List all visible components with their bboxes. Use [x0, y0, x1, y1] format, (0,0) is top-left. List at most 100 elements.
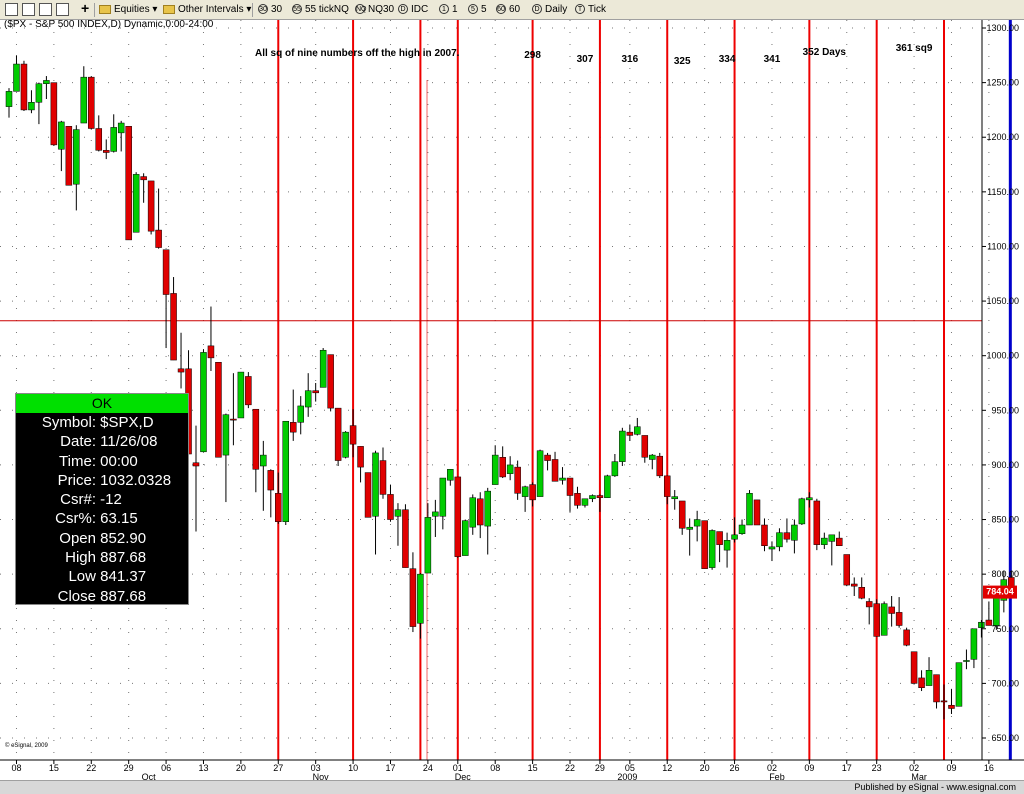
candle-body [843, 554, 851, 586]
info-row-csr-percent: Csr%: 63.15 [55, 510, 138, 528]
interval-button-60[interactable]: 60 60 [496, 3, 520, 17]
interval-button-nq30[interactable]: NQ NQ30 [355, 3, 394, 17]
candle-body [761, 524, 768, 547]
candle-body [716, 531, 723, 545]
interval-button-30[interactable]: 30 30 [258, 3, 282, 17]
info-row-open: Open 852.90 [59, 529, 147, 547]
candle-body [940, 700, 948, 703]
day-count-label: 316 [621, 54, 638, 65]
info-row-price: Price: 1032.0328 [57, 471, 172, 489]
day-count-label: 307 [577, 54, 594, 65]
candle-body [626, 431, 634, 436]
quote-window-icon[interactable] [22, 3, 35, 16]
other-intervals-menu[interactable]: Other Intervals ▾ [163, 3, 251, 17]
candle-body [379, 460, 387, 495]
link-window-icon[interactable] [56, 3, 69, 16]
x-tick-label: 06 [161, 763, 171, 773]
watermark: © eSignal, 2009 [5, 742, 48, 749]
candle-body [409, 568, 417, 627]
candle-body [132, 174, 140, 233]
y-tick-label: 800.00 [991, 569, 1019, 579]
y-tick-label: 1200.00 [986, 132, 1019, 142]
x-tick-label: 20 [700, 763, 710, 773]
candle-body [641, 435, 649, 458]
candle-body [798, 498, 806, 525]
x-tick-label: 08 [11, 763, 21, 773]
candle-body [200, 352, 207, 453]
candle-body [776, 532, 783, 548]
candle-body [649, 454, 656, 460]
add-icon[interactable]: + [81, 1, 89, 15]
candle-body [432, 511, 439, 517]
interval-button-5[interactable]: 55 [468, 3, 487, 17]
y-tick-label: 1050.00 [986, 296, 1019, 306]
ok-button[interactable]: OK [16, 394, 188, 413]
publisher-credit: Published by eSignal - www.esignal.com [854, 782, 1016, 792]
x-tick-label: 15 [528, 763, 538, 773]
x-tick-label: 09 [946, 763, 956, 773]
x-tick-label: 29 [124, 763, 134, 773]
candle-body [469, 497, 477, 528]
candle-body [252, 408, 260, 470]
candle-body [102, 150, 110, 153]
candle-body [566, 477, 574, 496]
candle-body [544, 454, 551, 461]
y-tick-label: 750.00 [991, 624, 1019, 634]
candle-body [686, 526, 693, 530]
candle-body [95, 128, 103, 151]
x-tick-label: 23 [872, 763, 882, 773]
candle-body [514, 466, 521, 494]
y-tick-label: 700.00 [991, 678, 1019, 688]
candle-body [147, 180, 155, 232]
candle-body [304, 390, 312, 408]
candle-body [783, 532, 791, 540]
candle-body [828, 534, 836, 542]
candle-body [611, 461, 619, 477]
folder-icon [99, 4, 111, 14]
candle-body [342, 431, 349, 458]
page-icon[interactable] [39, 3, 52, 16]
candle-body [850, 583, 858, 587]
chart-title: ($PX - S&P 500 INDEX,D) Dynamic,0:00-24:… [4, 20, 214, 30]
candle-body [499, 457, 506, 478]
day-count-label: 334 [719, 54, 736, 65]
candle-body [357, 446, 364, 468]
day-count-label: 298 [524, 50, 541, 61]
candle-body [634, 426, 641, 435]
candle-body [192, 462, 200, 467]
status-bar: Published by eSignal - www.esignal.com [0, 780, 1024, 794]
y-tick-label: 1100.00 [987, 241, 1019, 251]
x-period-label: Oct [142, 772, 157, 780]
candle-body [417, 573, 424, 624]
chart-window-icon[interactable] [5, 3, 18, 16]
candle-body [656, 455, 664, 477]
candle-body [746, 493, 753, 526]
candle-body [925, 670, 933, 686]
interval-button-idc[interactable]: D IDC [398, 3, 428, 17]
interval-button-tick[interactable]: T Tick [575, 3, 606, 17]
y-tick-label: 900.00 [991, 460, 1019, 470]
candle-body [806, 497, 813, 501]
x-period-label: Dec [455, 772, 472, 780]
x-tick-label: 15 [49, 763, 59, 773]
candle-body [731, 534, 738, 540]
candle-body [177, 368, 185, 373]
candle-body [140, 176, 147, 181]
candle-body [80, 76, 88, 124]
candle-body [768, 546, 776, 550]
equities-menu[interactable]: Equities ▾ [99, 3, 157, 17]
candle-body [619, 430, 626, 462]
info-row-csr-number: Csr#: -12 [60, 491, 122, 509]
candle-body [439, 477, 447, 517]
candle-body [701, 520, 708, 569]
interval-button-55-ticknq[interactable]: 55 55 tickNQ [292, 3, 349, 17]
x-tick-label: 22 [86, 763, 96, 773]
candle-body [521, 486, 529, 497]
x-tick-label: 13 [198, 763, 208, 773]
x-tick-label: 24 [423, 763, 433, 773]
interval-button-1[interactable]: 11 [439, 3, 458, 17]
interval-button-daily[interactable]: D Daily [532, 3, 567, 17]
candle-body [865, 601, 873, 608]
candle-body [536, 450, 544, 497]
candle-body [297, 405, 304, 423]
